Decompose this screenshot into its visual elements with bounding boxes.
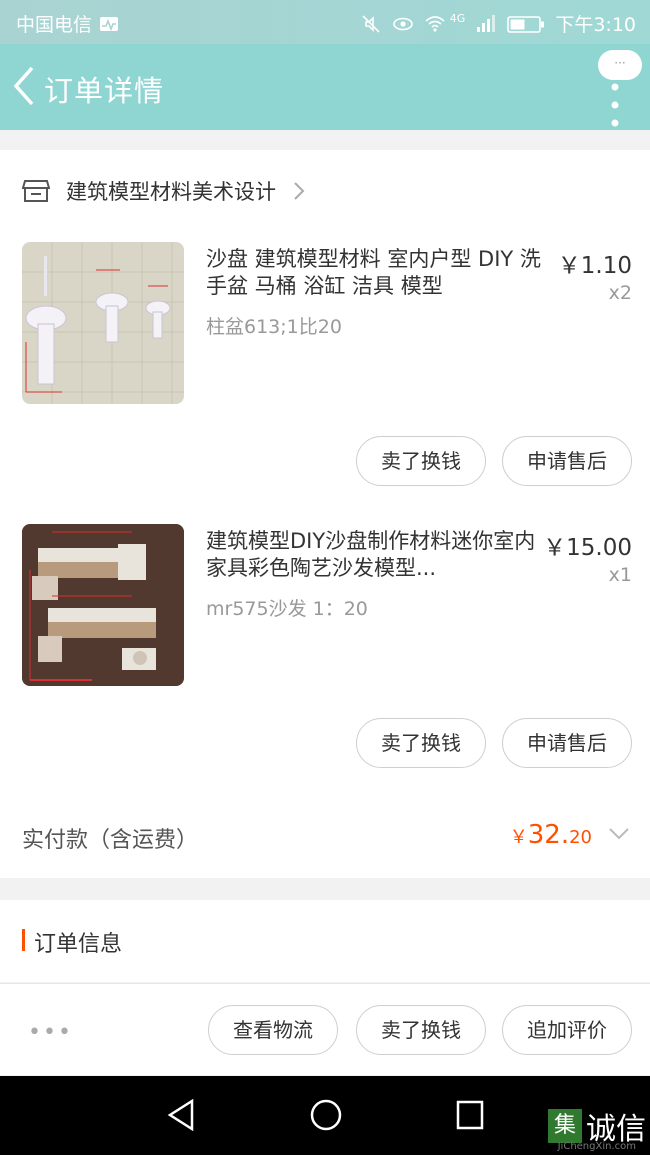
section-accent-bar: [22, 929, 25, 951]
app-bar: 订单详情 ···: [0, 44, 650, 130]
activity-icon: [100, 16, 119, 31]
nav-back-icon[interactable]: [166, 1098, 196, 1132]
more-vertical-icon[interactable]: [610, 82, 620, 128]
page-title: 订单详情: [44, 74, 165, 108]
wifi-icon: [425, 15, 445, 32]
nav-recents-icon[interactable]: [455, 1098, 485, 1132]
product-thumbnail[interactable]: [22, 242, 184, 404]
eye-icon: [392, 17, 413, 30]
chevron-down-icon[interactable]: [608, 826, 630, 842]
amount-integer: 32.: [527, 820, 570, 850]
chevron-right-icon: [294, 182, 305, 200]
sell-button[interactable]: 卖了换钱: [356, 1005, 486, 1055]
bottom-action-bar: ••• 查看物流 卖了换钱 追加评价: [0, 983, 650, 1075]
add-review-button[interactable]: 追加评价: [502, 1005, 632, 1055]
mute-icon: [362, 14, 380, 33]
after-sales-button[interactable]: 申请售后: [502, 718, 632, 768]
more-actions-icon[interactable]: •••: [28, 1020, 73, 1045]
paid-amount: ￥32.20: [510, 820, 592, 850]
product-spec: 柱盆613;1比20: [206, 316, 342, 338]
amount-decimal: 20: [569, 827, 592, 848]
product-title[interactable]: 沙盘 建筑模型材料 室内户型 DIY 洗手盆 马桶 浴缸 洁具 模型: [206, 246, 546, 300]
sell-button[interactable]: 卖了换钱: [356, 436, 486, 486]
product-price: ￥15.00: [543, 535, 632, 561]
view-logistics-button[interactable]: 查看物流: [208, 1005, 338, 1055]
after-sales-button[interactable]: 申请售后: [502, 436, 632, 486]
network-type: 4G: [449, 12, 466, 25]
store-icon: [22, 180, 50, 202]
product-price: ￥1.10: [557, 253, 632, 279]
back-icon[interactable]: [10, 64, 40, 108]
order-info-title: 订单信息: [34, 932, 123, 957]
shop-row[interactable]: 建筑模型材料美术设计: [22, 176, 306, 206]
carrier-group: 中国电信: [16, 10, 120, 37]
status-icons: 4G 下午3:10: [360, 10, 636, 37]
carrier-name: 中国电信: [16, 14, 93, 36]
signal-icon: [477, 14, 496, 32]
order-item[interactable]: 建筑模型DIY沙盘制作材料迷你室内家具彩色陶艺沙发模型... mr575沙发 1…: [0, 524, 650, 784]
product-title[interactable]: 建筑模型DIY沙盘制作材料迷你室内家具彩色陶艺沙发模型...: [206, 528, 546, 582]
order-info-section: 订单信息: [0, 900, 650, 982]
paid-label: 实付款（含运费）: [22, 828, 199, 853]
message-bubble-icon[interactable]: ···: [598, 50, 642, 80]
order-card: 建筑模型材料美术设计 沙盘 建筑模型材料 室内户型 DIY 洗手盆 马桶 浴缸 …: [0, 150, 650, 878]
clock: 下午3:10: [555, 14, 636, 36]
battery-icon: [507, 15, 545, 33]
watermark-url: JiChengXin.com: [557, 1141, 636, 1152]
product-thumbnail[interactable]: [22, 524, 184, 686]
sell-button[interactable]: 卖了换钱: [356, 718, 486, 768]
currency-symbol: ￥: [509, 827, 528, 848]
order-item[interactable]: 沙盘 建筑模型材料 室内户型 DIY 洗手盆 马桶 浴缸 洁具 模型 柱盆613…: [0, 242, 650, 502]
product-spec: mr575沙发 1：20: [206, 598, 368, 620]
status-bar: 中国电信 4G 下午3:10: [0, 0, 650, 44]
nav-home-icon[interactable]: [309, 1098, 343, 1132]
watermark-box: 集: [548, 1109, 582, 1143]
product-quantity: x1: [608, 564, 632, 586]
shop-name: 建筑模型材料美术设计: [66, 180, 276, 204]
product-quantity: x2: [608, 282, 632, 304]
